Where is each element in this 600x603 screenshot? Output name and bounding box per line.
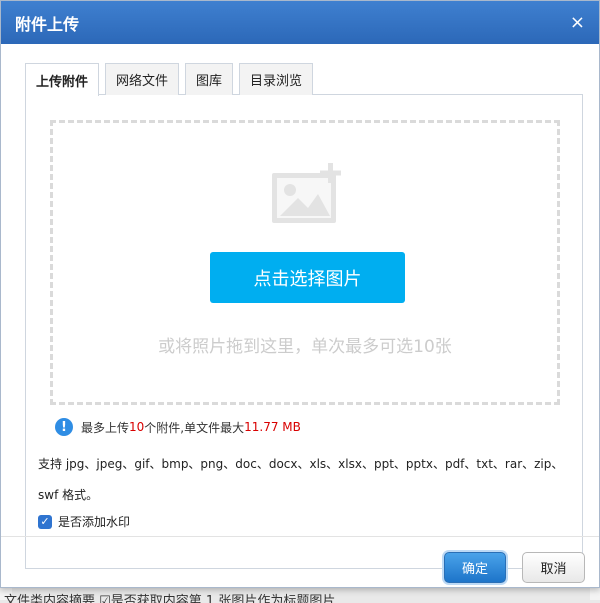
- drop-zone[interactable]: 点击选择图片 或将照片拖到这里，单次最多可选10张: [50, 120, 560, 405]
- attachment-upload-dialog: 附件上传 × 上传附件 网络文件 图库 目录浏览 点击选择图片 或将照片拖到这里…: [0, 0, 600, 588]
- max-size: 11.77 MB: [244, 420, 301, 434]
- add-image-icon: [272, 163, 341, 223]
- cancel-button[interactable]: 取消: [522, 552, 585, 583]
- watermark-label: 是否添加水印: [58, 515, 131, 529]
- supported-formats-text: 支持 jpg、jpeg、gif、bmp、png、doc、docx、xls、xls…: [38, 457, 564, 502]
- choose-image-button[interactable]: 点击选择图片: [210, 252, 405, 303]
- dialog-titlebar: 附件上传: [1, 1, 599, 44]
- upload-limit-info: ! 最多上传 10 个附件,单文件最大 11.77 MB: [55, 418, 301, 436]
- info-icon: !: [55, 418, 73, 436]
- confirm-button[interactable]: 确定: [444, 552, 506, 583]
- limit-prefix: 最多上传: [81, 420, 130, 435]
- watermark-checkbox[interactable]: ✓: [38, 514, 52, 529]
- background-page-text: 文件类内容摘要 ☑是否获取内容第 1 张图片作为标题图片: [4, 594, 336, 603]
- close-icon[interactable]: ×: [570, 14, 585, 32]
- max-count: 10: [129, 420, 145, 434]
- dialog-title: 附件上传: [15, 14, 80, 34]
- watermark-option[interactable]: ✓ 是否添加水印: [38, 513, 130, 530]
- tab-directory-browse[interactable]: 目录浏览: [239, 63, 314, 95]
- tab-network-file[interactable]: 网络文件: [105, 63, 180, 95]
- tab-bar: 上传附件 网络文件 图库 目录浏览: [25, 63, 583, 96]
- tab-upload-attachment[interactable]: 上传附件: [25, 63, 100, 96]
- limit-middle: 个附件,单文件最大: [144, 420, 245, 435]
- tab-gallery[interactable]: 图库: [185, 63, 234, 95]
- footer-divider: [1, 536, 599, 537]
- drop-hint-text: 或将照片拖到这里，单次最多可选10张: [158, 337, 452, 357]
- dialog-content: 上传附件 网络文件 图库 目录浏览 点击选择图片 或将照片拖到这里，单次最多可选…: [25, 63, 583, 569]
- upload-panel: 点击选择图片 或将照片拖到这里，单次最多可选10张 ! 最多上传 10 个附件,…: [25, 94, 583, 569]
